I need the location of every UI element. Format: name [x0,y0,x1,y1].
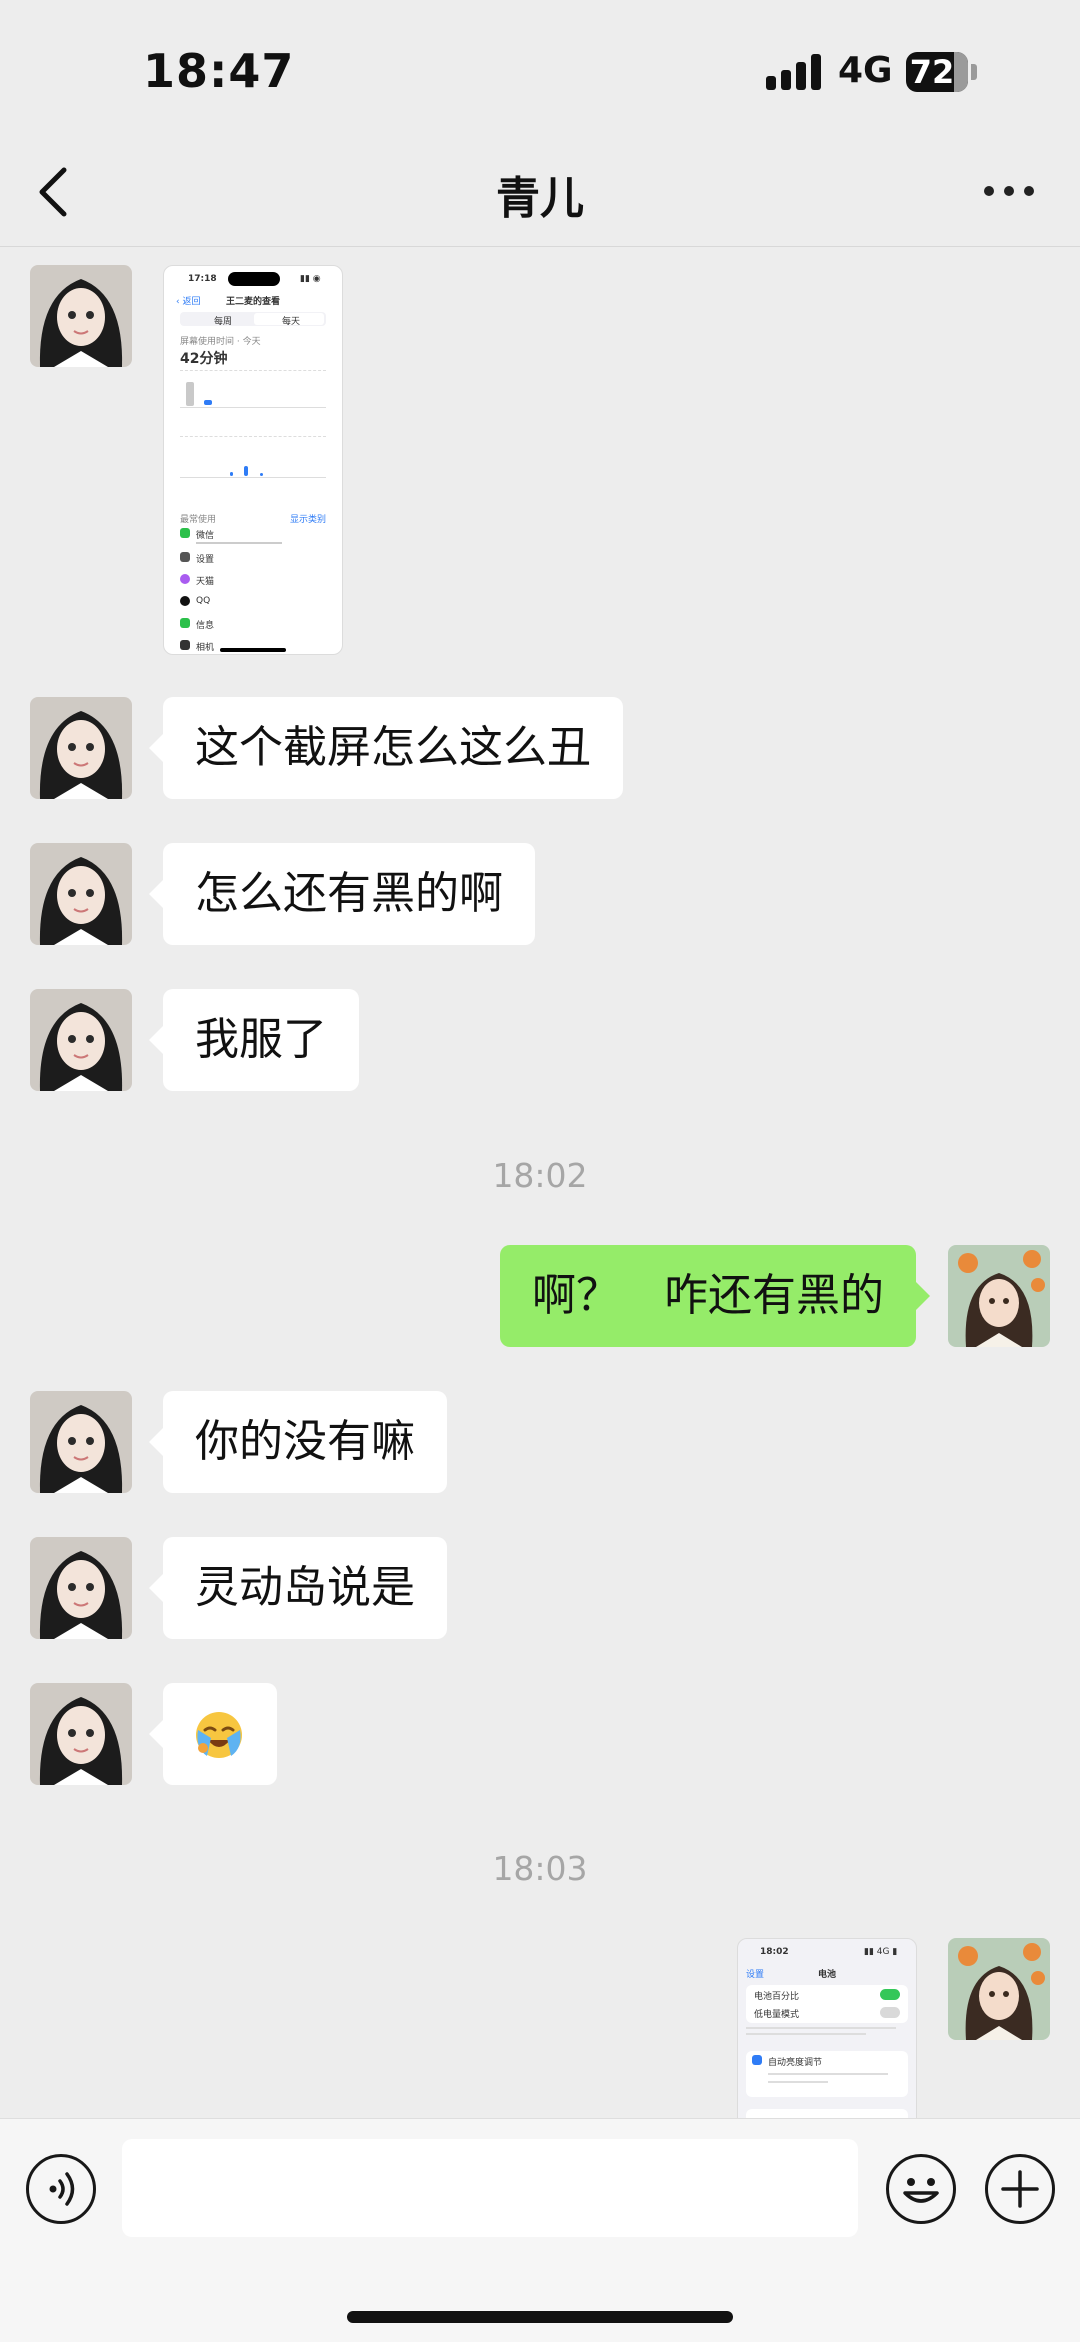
emoji-icon[interactable] [886,2154,956,2224]
message-row: 17:18 ▮▮ ◉ ‹ 返回 王二麦的查看 每周 每天 屏幕使用时间 · 今天… [0,265,1080,655]
timestamp: 18:02 [492,1156,588,1195]
message-input[interactable] [122,2139,858,2237]
status-time: 18:47 [143,44,295,98]
my-avatar[interactable] [948,1245,1050,1347]
message-bubble-incoming[interactable]: 我服了 [149,989,359,1091]
message-row: 我服了 [0,989,1080,1091]
message-row: 这个截屏怎么这么丑 [0,697,1080,799]
network-type: 4G [838,50,893,91]
battery-cap [971,64,977,80]
contact-avatar[interactable] [30,843,132,945]
plus-icon[interactable] [985,2154,1055,2224]
message-bubble-incoming[interactable]: 这个截屏怎么这么丑 [149,697,623,799]
timestamp: 18:03 [492,1849,588,1888]
chat-header: 青儿 [0,140,1080,247]
message-row: 18:02 ▮▮ 4G ▮ 设置 电池 电池百分比 低电量模式 自动亮度调节 [0,1938,1080,2118]
contact-avatar[interactable] [30,1537,132,1639]
voice-icon[interactable] [26,2154,96,2224]
home-indicator[interactable] [347,2311,733,2323]
crying-emoji-icon [196,1712,242,1758]
status-bar: 18:47 4G 72 [0,0,1080,140]
message-bubble-incoming[interactable]: 你的没有嘛 [149,1391,447,1493]
chat-title: 青儿 [496,173,584,224]
contact-avatar[interactable] [30,1391,132,1493]
message-bubble-incoming[interactable]: 怎么还有黑的啊 [149,843,535,945]
contact-avatar[interactable] [30,697,132,799]
message-bubble-emoji[interactable] [149,1683,277,1785]
contact-avatar[interactable] [30,265,132,367]
message-bubble-incoming[interactable]: 灵动岛说是 [149,1537,447,1639]
message-row: 啊？ 咋还有黑的 [0,1245,1080,1347]
message-row: 怎么还有黑的啊 [0,843,1080,945]
contact-avatar[interactable] [30,989,132,1091]
signal-icon [766,54,822,90]
my-avatar[interactable] [948,1938,1050,2040]
message-row: 灵动岛说是 [0,1537,1080,1639]
contact-avatar[interactable] [30,1683,132,1785]
battery-icon: 72 [906,52,968,92]
message-row [0,1683,1080,1785]
image-message-screen-time[interactable]: 17:18 ▮▮ ◉ ‹ 返回 王二麦的查看 每周 每天 屏幕使用时间 · 今天… [163,265,343,655]
battery-percent: 72 [909,53,955,91]
image-message-battery[interactable]: 18:02 ▮▮ 4G ▮ 设置 电池 电池百分比 低电量模式 自动亮度调节 [737,1938,917,2118]
message-bubble-outgoing[interactable]: 啊？ 咋还有黑的 [500,1245,930,1347]
input-bar [0,2118,1080,2342]
more-dots-icon[interactable] [984,186,1036,198]
message-row: 你的没有嘛 [0,1391,1080,1493]
